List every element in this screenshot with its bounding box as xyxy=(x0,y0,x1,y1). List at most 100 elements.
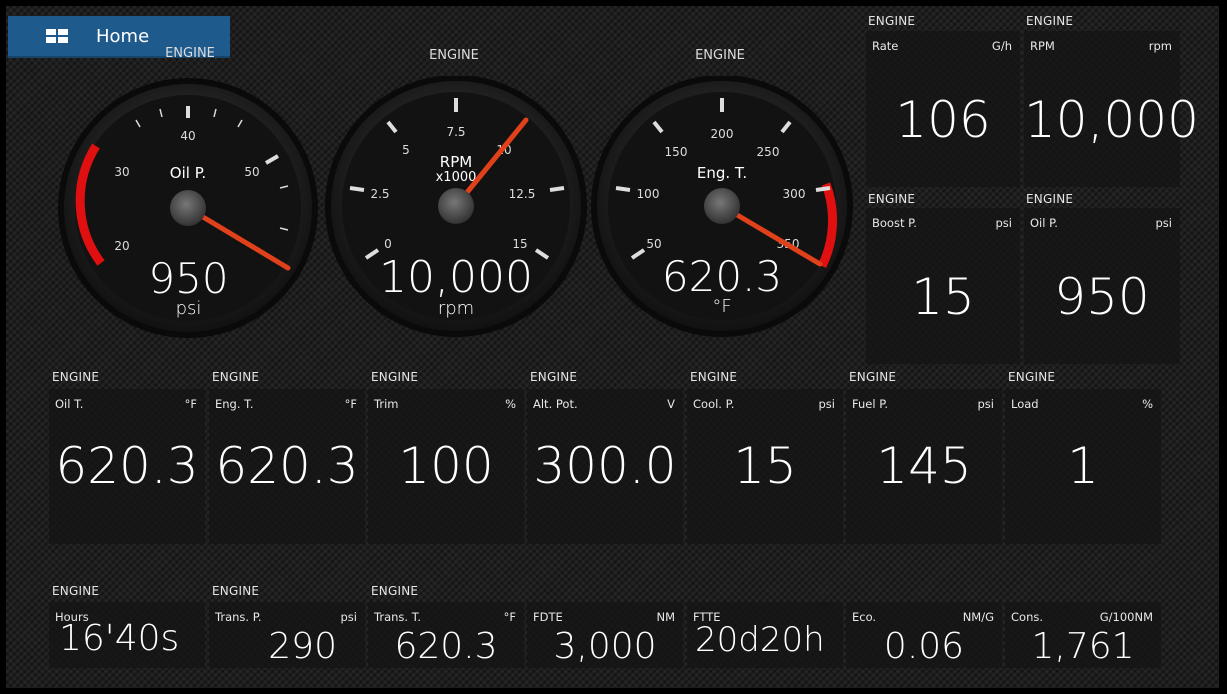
tile-label: Oil P. xyxy=(1030,216,1058,230)
tile-coolant-pressure: Cool. P. psi 15 xyxy=(687,389,843,544)
gauge-tick-label: 200 xyxy=(711,127,734,141)
gauge-tick-label: 250 xyxy=(757,145,780,159)
tile-trans-temp: Trans. T. °F 620.3 xyxy=(368,602,524,668)
tile-value: 10,000 xyxy=(1024,91,1199,149)
tile-label: Boost P. xyxy=(872,216,917,230)
tile-unit: psi xyxy=(1155,216,1173,230)
gauge-tick-label: 20 xyxy=(114,239,129,253)
tile-engine-temp: Eng. T. °F 620.3 xyxy=(209,389,365,544)
tile-trans-pressure: Trans. P. psi 290 xyxy=(209,602,365,668)
tile-fuel-rate: Rate G/h 106 xyxy=(866,31,1020,187)
tile-value: 100 xyxy=(398,437,494,495)
tile-label: Rate xyxy=(872,39,899,53)
tile-unit: psi xyxy=(995,216,1013,230)
tile-unit: G/100NM xyxy=(1099,610,1153,624)
tile-unit: psi xyxy=(977,397,995,411)
tile-hours: Hours 16'40s xyxy=(49,602,205,668)
gauge-tick-label: 300 xyxy=(783,187,806,201)
tile-caption: ENGINE xyxy=(530,370,578,384)
tile-unit: °F xyxy=(344,397,357,411)
tile-value: 1,761 xyxy=(1031,626,1135,667)
tile-value: 20d20h xyxy=(695,620,825,660)
gauge-title: RPM xyxy=(440,153,472,171)
gauge-unit: °F xyxy=(712,296,732,317)
tile-unit: % xyxy=(505,397,516,411)
gauge-tick-label: 150 xyxy=(665,145,688,159)
tile-caption: ENGINE xyxy=(849,370,897,384)
tile-unit: % xyxy=(1142,397,1153,411)
tile-alternator-potential: Alt. Pot. V 300.0 xyxy=(527,389,683,544)
gauge-tick-label: 30 xyxy=(114,165,129,179)
gauge-tick-label: 2.5 xyxy=(370,187,389,201)
tile-value: 0.06 xyxy=(883,626,965,667)
engine-temp-gauge: 200 150 100 50 250 300 350 Eng. T. 620.3… xyxy=(588,76,856,341)
gauge-value: 950 xyxy=(148,254,229,303)
tile-value: 290 xyxy=(268,626,337,667)
oil-pressure-gauge: 40 30 50 20 Oil P. 950 psi xyxy=(56,78,321,343)
dashboard-icon xyxy=(46,29,68,43)
tile-consumption: Cons. G/100NM 1,761 xyxy=(1005,602,1161,668)
tile-caption: ENGINE xyxy=(868,14,916,28)
tile-fuel-pressure: Fuel P. psi 145 xyxy=(846,389,1002,544)
tile-value: 620.3 xyxy=(215,437,359,495)
gauge-tick-label: 40 xyxy=(180,129,195,143)
tile-unit: rpm xyxy=(1148,39,1172,53)
gauge-tick-label: 50 xyxy=(646,237,661,251)
tile-caption: ENGINE xyxy=(690,370,738,384)
tile-label: Trans. T. xyxy=(374,610,422,624)
tile-oil-pressure: Oil P. psi 950 xyxy=(1024,208,1180,364)
gauge-unit: psi xyxy=(175,298,202,319)
tile-label: Load xyxy=(1011,397,1039,411)
tile-unit: NM/G xyxy=(962,610,994,624)
tile-label: FDTE xyxy=(533,610,563,624)
tile-value: 15 xyxy=(733,437,797,495)
tile-caption: ENGINE xyxy=(52,370,100,384)
tile-label: Cool. P. xyxy=(693,397,735,411)
gauge-tick-label: 5 xyxy=(402,143,410,157)
gauge-caption: ENGINE xyxy=(695,48,745,63)
tile-unit: V xyxy=(667,397,675,411)
gauge-tick-label: 50 xyxy=(244,165,259,179)
tile-caption: ENGINE xyxy=(868,192,916,206)
tile-label: Trans. P. xyxy=(215,610,262,624)
tile-caption: ENGINE xyxy=(52,584,100,598)
tile-value: 15 xyxy=(911,268,975,326)
tile-value: 106 xyxy=(895,91,991,149)
gauge-caption: ENGINE xyxy=(429,48,479,63)
tile-caption: ENGINE xyxy=(1026,192,1074,206)
gauge-tick-label: 15 xyxy=(512,237,527,251)
tile-unit: °F xyxy=(503,610,516,624)
tile-caption: ENGINE xyxy=(1026,14,1074,28)
tile-label: Trim xyxy=(374,397,399,411)
tile-value: 3,000 xyxy=(553,626,657,667)
tile-caption: ENGINE xyxy=(1008,370,1056,384)
tile-unit: psi xyxy=(818,397,836,411)
home-label: Home xyxy=(96,25,150,47)
tile-unit: NM xyxy=(656,610,675,624)
tile-load: Load % 1 xyxy=(1005,389,1161,544)
gauge-tick-label: 0 xyxy=(384,237,392,251)
tile-trim: Trim % 100 xyxy=(368,389,524,544)
tile-value: 1 xyxy=(1067,437,1099,495)
gauge-tick-label: 100 xyxy=(637,187,660,201)
tile-unit: psi xyxy=(340,610,358,624)
tile-caption: ENGINE xyxy=(212,584,260,598)
tile-unit: °F xyxy=(184,397,197,411)
tile-label: Cons. xyxy=(1011,610,1044,624)
gauge-value: 10,000 xyxy=(379,252,533,303)
tile-caption: ENGINE xyxy=(371,370,419,384)
tile-value: 300.0 xyxy=(533,437,677,495)
tile-label: Oil T. xyxy=(55,397,84,411)
gauge-value: 620.3 xyxy=(661,252,783,301)
tile-label: Eco. xyxy=(852,610,877,624)
gauge-tick-label: 12.5 xyxy=(509,187,536,201)
gauge-caption: ENGINE xyxy=(165,46,215,61)
tile-value: 620.3 xyxy=(394,626,498,667)
tile-oil-temp: Oil T. °F 620.3 xyxy=(49,389,205,544)
gauge-tick-label: 7.5 xyxy=(446,125,465,139)
gauge-title: Oil P. xyxy=(170,164,206,182)
tile-value: 950 xyxy=(1054,268,1150,326)
tile-rpm: RPM rpm 10,000 xyxy=(1024,31,1199,187)
tile-economy: Eco. NM/G 0.06 xyxy=(846,602,1002,668)
tile-value: 620.3 xyxy=(55,437,199,495)
